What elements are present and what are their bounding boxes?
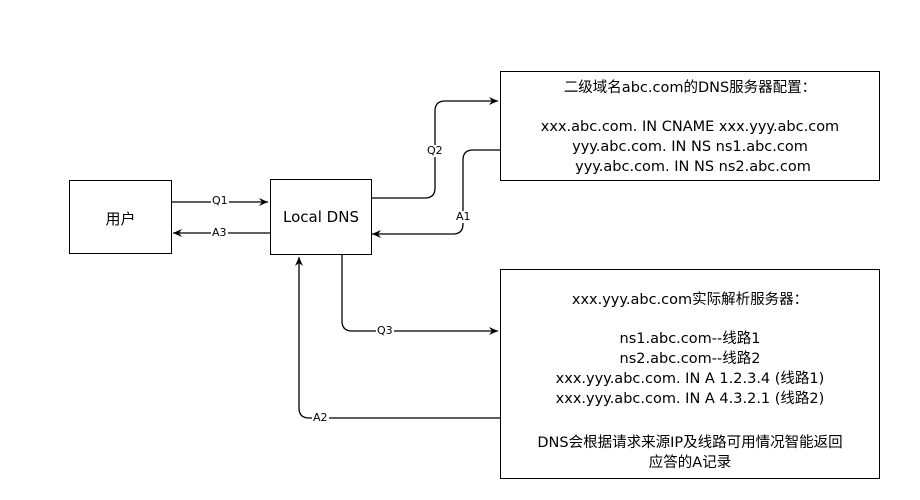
- secondary-dns-title: 二级域名abc.com的DNS服务器配置：: [563, 80, 817, 96]
- resolver-record: xxx.yyy.abc.com. IN A 1.2.3.4 (线路1): [555, 371, 825, 387]
- secondary-dns-record: yyy.abc.com. IN NS ns1.abc.com: [572, 139, 808, 155]
- resolver-note: 应答的A记录: [648, 455, 732, 471]
- resolver-title: xxx.yyy.abc.com实际解析服务器：: [571, 292, 809, 308]
- edge-a2-line: [295, 257, 500, 419]
- edge-a1-label: A1: [455, 210, 472, 223]
- secondary-dns-record: yyy.abc.com. IN NS ns2.abc.com: [575, 159, 811, 175]
- local-dns-node: Local DNS: [270, 179, 372, 255]
- edge-a1-line: [372, 149, 500, 238]
- resolver-note: DNS会根据请求来源IP及线路可用情况智能返回: [537, 435, 843, 451]
- edge-a3-label: A3: [211, 226, 228, 239]
- edge-q2-label: Q2: [426, 144, 444, 157]
- resolver-record: ns1.abc.com--线路1: [619, 331, 761, 347]
- secondary-dns-record: xxx.abc.com. IN CNAME xxx.yyy.abc.com: [540, 119, 840, 135]
- user-node: 用户: [69, 180, 172, 254]
- local-dns-node-label: Local DNS: [283, 208, 359, 226]
- resolver-record: xxx.yyy.abc.com. IN A 4.3.2.1 (线路2): [555, 391, 825, 407]
- resolver-record: ns2.abc.com--线路2: [619, 351, 761, 367]
- resolver-config-box: xxx.yyy.abc.com实际解析服务器： ns1.abc.com--线路1…: [500, 269, 880, 479]
- edge-a2-label: A2: [312, 411, 329, 424]
- user-node-label: 用户: [105, 210, 136, 228]
- edge-q1-label: Q1: [211, 194, 229, 207]
- edge-q3-label: Q3: [376, 324, 394, 337]
- secondary-dns-config-box: 二级域名abc.com的DNS服务器配置： xxx.abc.com. IN CN…: [500, 71, 880, 181]
- edge-q3-line: [341, 255, 498, 335]
